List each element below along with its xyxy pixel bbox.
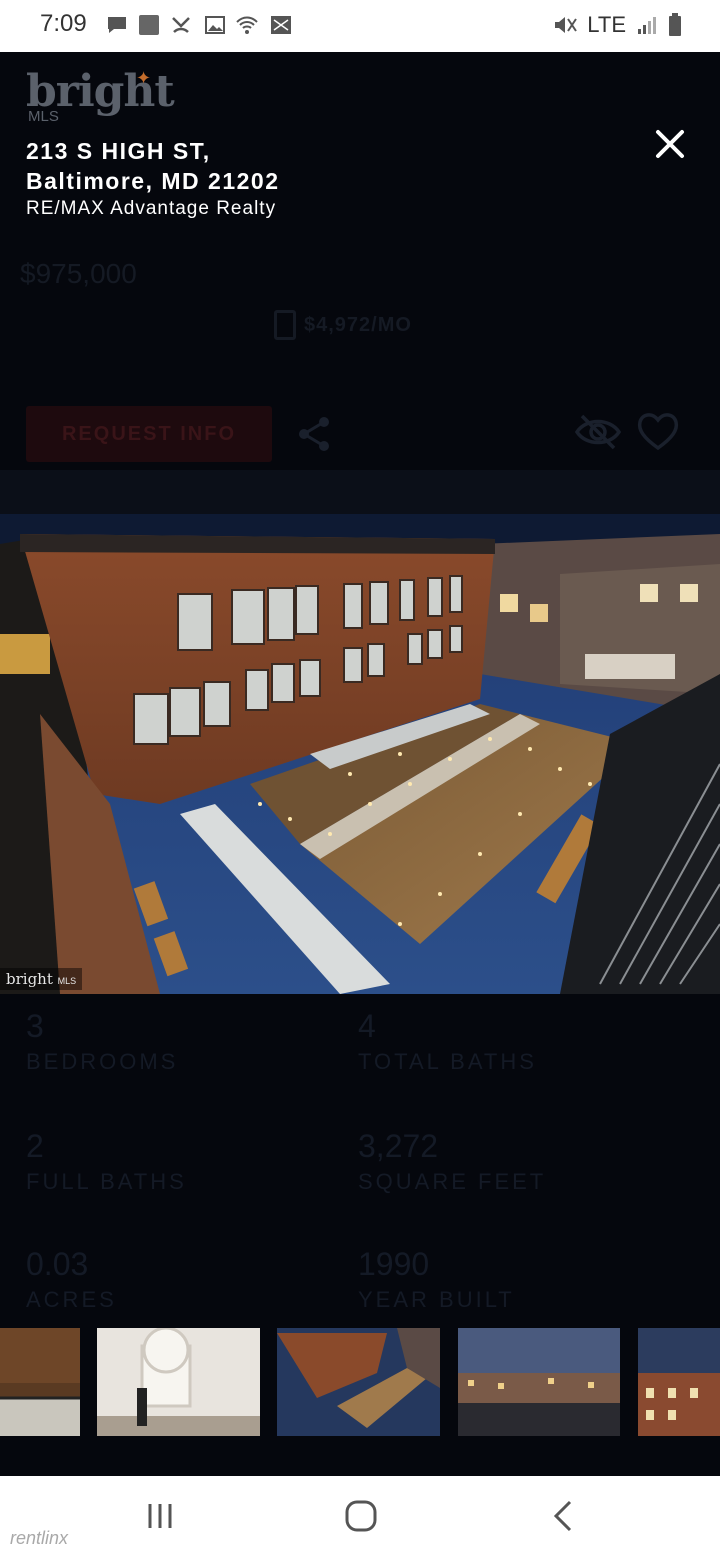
- stat-label: TOTAL BATHS: [358, 1049, 537, 1074]
- agency-name: RE/MAX Advantage Realty: [26, 198, 277, 219]
- watermark-sub: MLS: [57, 976, 77, 986]
- stat-square-feet: 3,272 SQUARE FEET: [358, 1128, 546, 1195]
- calculator-icon: [274, 310, 296, 340]
- app-icon: [139, 15, 159, 35]
- watermark-text: bright: [6, 970, 53, 988]
- battery-icon: [669, 13, 681, 36]
- listing-page: bright ✦ MLS $975,000 $4,972/MO REQUEST …: [0, 52, 720, 1476]
- stat-total-baths: 4 TOTAL BATHS: [358, 1008, 537, 1075]
- network-type: LTE: [587, 12, 626, 37]
- stat-acres: 0.03 ACRES: [26, 1246, 117, 1313]
- mute-icon: [555, 17, 578, 33]
- stat-label: YEAR BUILT: [358, 1287, 515, 1312]
- back-icon[interactable]: [544, 1496, 584, 1536]
- request-info-button[interactable]: REQUEST INFO: [26, 406, 272, 462]
- stat-value: 0.03: [26, 1246, 89, 1282]
- gallery-icon: [205, 16, 225, 34]
- system-nav-bar: rentlinx: [0, 1476, 720, 1560]
- screenshot-icon: [271, 16, 291, 34]
- status-bar: 7:09 LTE: [0, 0, 720, 52]
- wifi-icon: [236, 16, 258, 34]
- thumbnail-4[interactable]: [458, 1328, 620, 1436]
- stat-value: 3: [26, 1008, 44, 1044]
- hide-listing-icon[interactable]: [574, 412, 622, 452]
- rentlinx-brand: rentlinx: [10, 1528, 69, 1548]
- stat-value: 2: [26, 1128, 44, 1164]
- stat-value: 1990: [358, 1246, 430, 1282]
- gallery-header: 213 S HIGH ST, Baltimore, MD 21202 RE/MA…: [26, 136, 279, 220]
- home-icon[interactable]: [341, 1496, 381, 1536]
- stat-label: ACRES: [26, 1287, 117, 1312]
- mortgage-estimate[interactable]: $4,972/MO: [274, 310, 412, 340]
- logo-star-icon: ✦: [136, 68, 152, 88]
- missed-call-icon: [172, 17, 190, 33]
- stat-label: BEDROOMS: [26, 1049, 179, 1074]
- stat-value: 3,272: [358, 1128, 439, 1164]
- thumbnail-1[interactable]: [0, 1328, 80, 1436]
- section-divider: [0, 470, 720, 514]
- address-line1: 213 S HIGH ST,: [26, 138, 211, 164]
- recent-apps-icon[interactable]: [140, 1496, 180, 1536]
- share-icon[interactable]: [296, 414, 332, 454]
- stat-year-built: 1990 YEAR BUILT: [358, 1246, 515, 1313]
- logo-mls-text: MLS: [28, 108, 59, 125]
- status-time: 7:09: [40, 10, 87, 37]
- main-photo[interactable]: [0, 514, 720, 994]
- thumbnail-3[interactable]: [277, 1328, 440, 1436]
- signal-icon: [638, 17, 656, 34]
- mortgage-value: $4,972/MO: [304, 313, 412, 336]
- stat-label: FULL BATHS: [26, 1169, 187, 1194]
- photo-watermark: bright MLS: [0, 968, 83, 990]
- stat-full-baths: 2 FULL BATHS: [26, 1128, 187, 1195]
- thumbnail-2[interactable]: [97, 1328, 260, 1436]
- listing-price: $975,000: [20, 258, 137, 289]
- message-icon: [108, 17, 126, 33]
- address-line2: Baltimore, MD 21202: [26, 168, 280, 194]
- status-right: LTE: [553, 12, 682, 38]
- stat-value: 4: [358, 1008, 376, 1044]
- stat-label: SQUARE FEET: [358, 1169, 547, 1194]
- stat-bedrooms: 3 BEDROOMS: [26, 1008, 178, 1075]
- thumbnail-5[interactable]: [638, 1328, 720, 1436]
- favorite-heart-icon[interactable]: [636, 410, 680, 452]
- close-icon[interactable]: [652, 126, 688, 162]
